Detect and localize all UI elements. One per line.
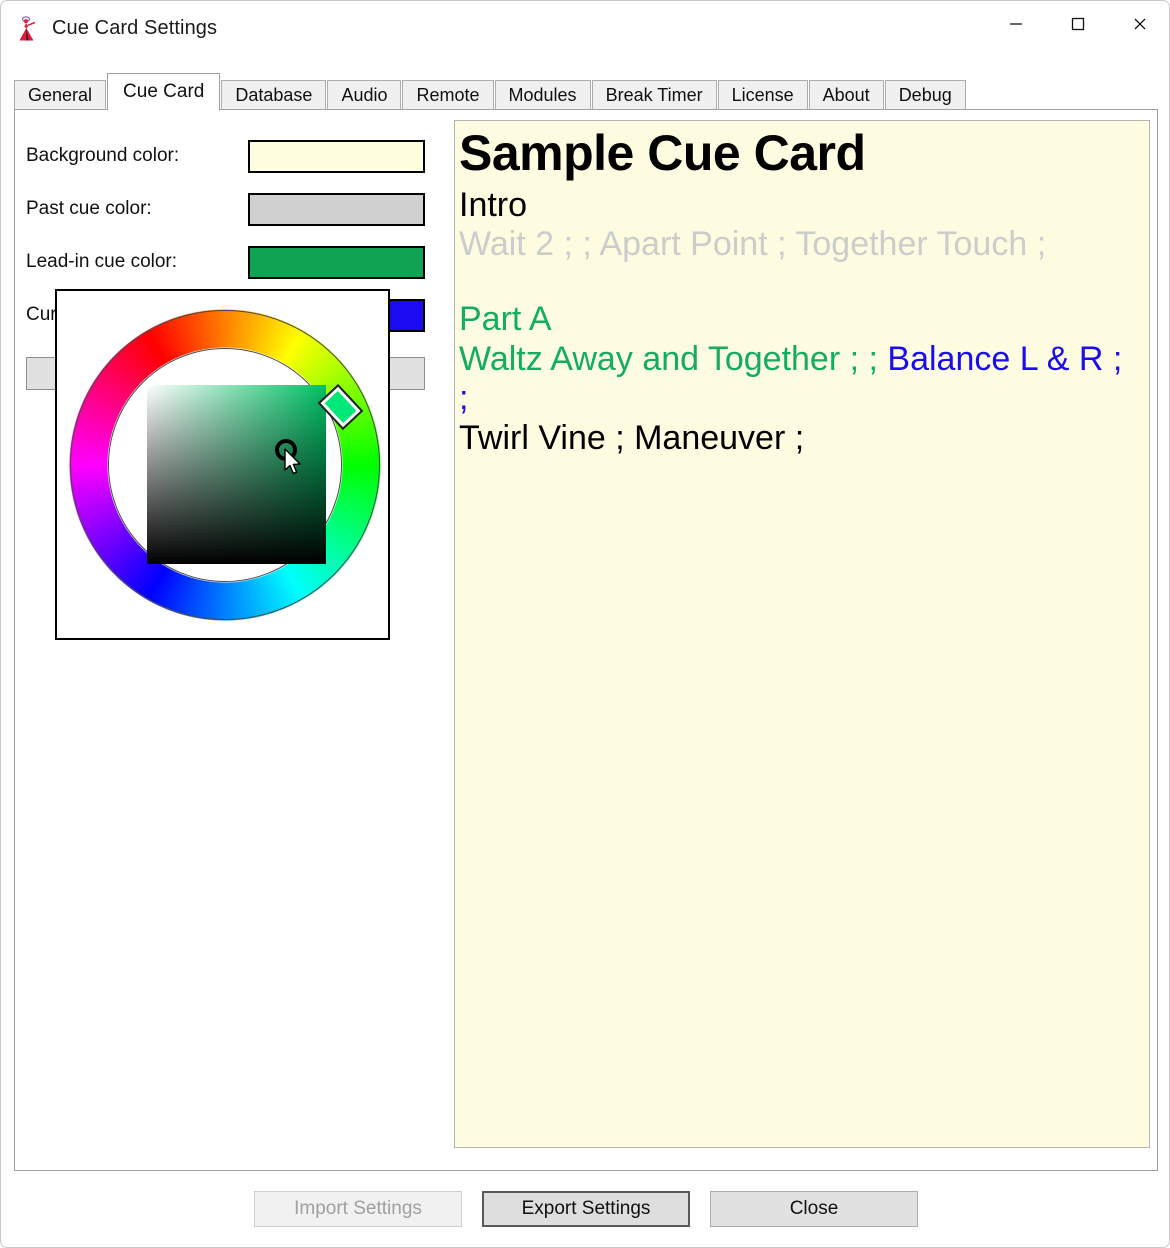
tab-debug[interactable]: Debug <box>884 80 966 110</box>
past-cue-color-row: Past cue color: <box>26 191 152 227</box>
cue-card-section-heading-intro: Intro <box>459 185 528 224</box>
import-settings-button[interactable]: Import Settings <box>254 1191 462 1227</box>
tab-break-timer[interactable]: Break Timer <box>591 80 717 110</box>
color-picker-popup[interactable] <box>55 289 390 640</box>
lead-in-cue-color-row: Lead-in cue color: <box>26 244 177 280</box>
title-bar: Cue Card Settings <box>1 1 1169 56</box>
lead-in-cue-color-swatch[interactable] <box>248 246 425 279</box>
past-cue-color-label: Past cue color: <box>26 198 152 219</box>
cue-card-line-part-a-1: Waltz Away and Together ; ; Balance L & … <box>459 340 1139 419</box>
close-window-button[interactable] <box>1109 1 1169 46</box>
tab-general[interactable]: General <box>14 80 107 110</box>
dialog-button-bar: Import Settings Export Settings Close <box>1 1191 1169 1235</box>
export-settings-button[interactable]: Export Settings <box>482 1191 690 1227</box>
window-title: Cue Card Settings <box>52 17 218 39</box>
background-color-row: Background color: <box>26 138 179 174</box>
cue-card-tab-page: Background color: Past cue color: Lead-i… <box>14 109 1158 1171</box>
maximize-button[interactable] <box>1047 1 1109 46</box>
tab-database[interactable]: Database <box>221 80 327 110</box>
dancer-icon <box>15 15 39 42</box>
window-controls <box>985 1 1169 56</box>
close-button[interactable]: Close <box>710 1191 918 1227</box>
tab-cue-card[interactable]: Cue Card <box>107 73 221 111</box>
cue-card-line-intro-1: Wait 2 ; ; Apart Point ; Together Touch … <box>459 224 1047 263</box>
cue-card-text-leadin: Waltz Away and Together ; ; <box>459 339 888 378</box>
background-color-label: Background color: <box>26 145 180 166</box>
tab-strip: General Cue Card Database Audio Remote M… <box>14 73 1158 111</box>
tab-about[interactable]: About <box>808 80 884 110</box>
lead-in-cue-color-label: Lead-in cue color: <box>26 251 178 272</box>
color-wheel[interactable] <box>69 309 381 621</box>
cue-card-preview[interactable]: Sample Cue Card Intro Wait 2 ; ; Apart P… <box>454 120 1150 1148</box>
settings-window: Cue Card Settings General Cue Card Datab… <box>0 0 1170 1248</box>
tab-modules[interactable]: Modules <box>494 80 591 110</box>
tab-remote[interactable]: Remote <box>402 80 494 110</box>
cue-card-line-part-a-2: Twirl Vine ; Maneuver ; <box>459 418 805 457</box>
past-cue-color-swatch[interactable] <box>248 193 425 226</box>
cue-card-spacer <box>459 264 1139 300</box>
mouse-cursor-icon <box>284 448 304 478</box>
cue-card-title: Sample Cue Card <box>459 125 866 181</box>
tab-license[interactable]: License <box>717 80 808 110</box>
background-color-swatch[interactable] <box>248 140 425 173</box>
current-cue-color-row: Cur <box>26 297 57 333</box>
minimize-button[interactable] <box>985 1 1047 46</box>
cue-card-section-heading-part-a: Part A <box>459 300 552 339</box>
tab-audio[interactable]: Audio <box>327 80 402 110</box>
current-cue-color-label: Cur <box>26 304 57 325</box>
